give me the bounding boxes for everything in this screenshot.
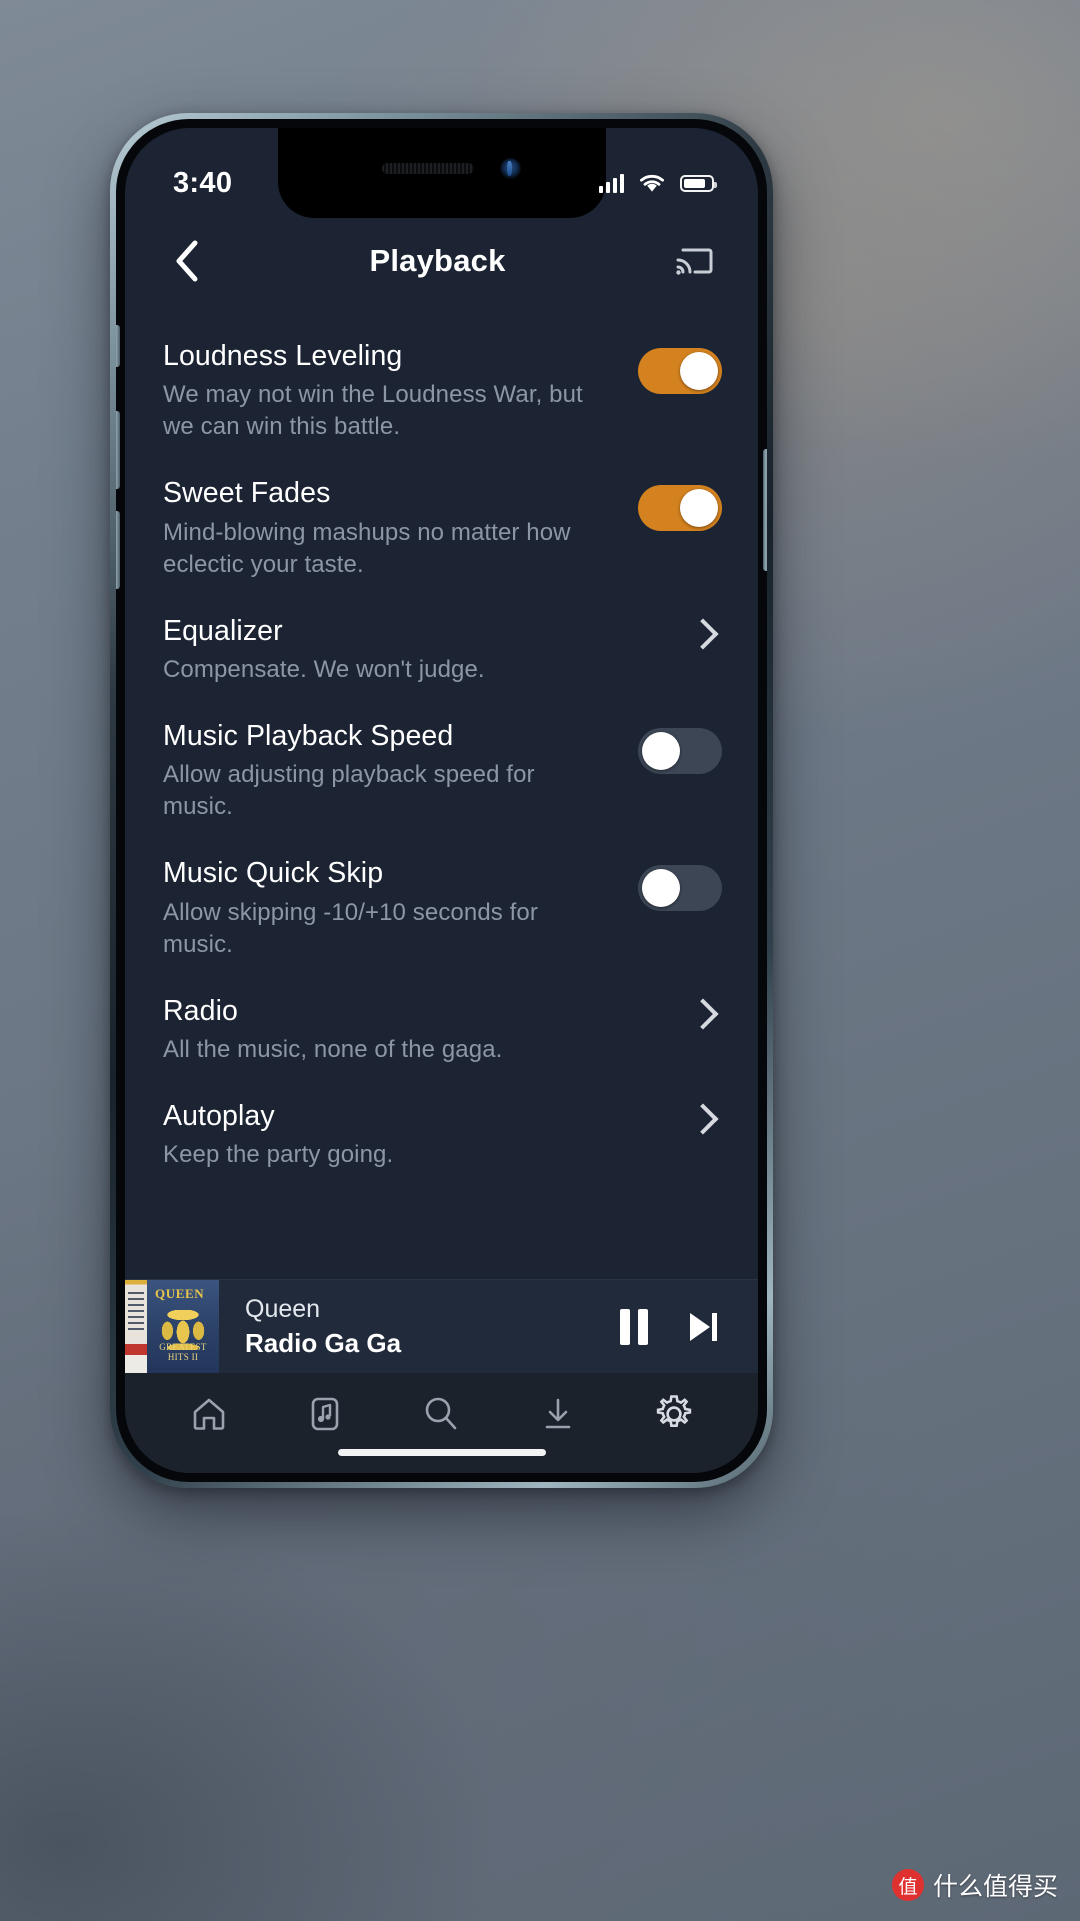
now-playing-bar[interactable]: QUEEN GREATEST HITS II Queen Radio Ga Ga [125, 1279, 758, 1374]
setting-texts: Equalizer Compensate. We won't judge. [163, 613, 626, 686]
watermark-badge: 值 [891, 1869, 924, 1901]
now-playing-texts: Queen Radio Ga Ga [219, 1294, 620, 1360]
pause-icon [620, 1308, 648, 1345]
toggle-sweet-fades[interactable] [638, 485, 722, 532]
chevron-right-icon[interactable] [687, 1103, 719, 1135]
toggle-music-playback-speed[interactable] [638, 727, 722, 774]
phone-device: 3:40 Playback Loudness Leveling We may n… [110, 113, 773, 1488]
setting-row-music-playback-speed[interactable]: Music Playback Speed Allow adjusting pla… [125, 702, 758, 839]
skip-next-icon [690, 1312, 717, 1341]
toggle-knob [642, 869, 680, 908]
setting-description: All the music, none of the gaga. [163, 1035, 503, 1063]
setting-title: Music Quick Skip [163, 857, 384, 890]
setting-control [626, 613, 722, 650]
setting-texts: Autoplay Keep the party going. [163, 1098, 626, 1171]
power-button[interactable] [763, 449, 767, 571]
setting-texts: Radio All the music, none of the gaga. [163, 993, 626, 1066]
setting-description: We may not win the Loudness War, but we … [163, 381, 583, 441]
chromecast-icon [676, 248, 713, 275]
obi-text-lines [128, 1291, 144, 1334]
bottom-nav [125, 1373, 758, 1473]
nav-item-search[interactable] [404, 1383, 478, 1445]
setting-description: Compensate. We won't judge. [163, 656, 485, 684]
setting-title: Autoplay [163, 1099, 275, 1132]
setting-control [626, 1098, 722, 1135]
album-art[interactable]: QUEEN GREATEST HITS II [125, 1279, 219, 1374]
silent-switch[interactable] [116, 325, 120, 367]
setting-description: Allow skipping -10/+10 seconds for music… [163, 898, 538, 958]
volume-up-button[interactable] [116, 411, 120, 489]
album-obi-strip [125, 1279, 147, 1374]
volume-down-button[interactable] [116, 511, 120, 589]
toggle-knob [642, 731, 680, 770]
setting-title: Loudness Leveling [163, 340, 403, 372]
nav-item-home[interactable] [172, 1383, 246, 1445]
search-icon [426, 1397, 457, 1430]
settings-list: Loudness Leveling We may not win the Lou… [125, 304, 758, 1289]
cast-button[interactable] [668, 233, 724, 289]
download-icon [545, 1398, 570, 1429]
next-button[interactable] [684, 1308, 722, 1346]
setting-control [626, 993, 722, 1030]
nav-item-downloads[interactable] [521, 1383, 595, 1445]
setting-control [626, 475, 722, 532]
setting-title: Music Playback Speed [163, 719, 454, 752]
status-time: 3:40 [173, 166, 233, 199]
gear-icon [656, 1395, 692, 1427]
watermark-text: 什么值得买 [932, 1872, 1058, 1901]
nav-item-settings[interactable] [637, 1383, 711, 1445]
now-playing-controls [620, 1308, 758, 1346]
album-art-label: QUEEN [155, 1285, 205, 1301]
phone-bezel: 3:40 Playback Loudness Leveling We may n… [116, 119, 767, 1482]
home-icon [193, 1398, 225, 1430]
setting-row-radio[interactable]: Radio All the music, none of the gaga. [125, 977, 758, 1082]
status-bar: 3:40 [125, 128, 758, 218]
setting-control [626, 338, 722, 394]
toggle-loudness-leveling[interactable] [638, 348, 722, 394]
setting-title: Sweet Fades [163, 477, 331, 510]
page-title: Playback [369, 243, 506, 278]
chevron-right-icon[interactable] [687, 618, 719, 650]
now-playing-track: Radio Ga Ga [245, 1327, 402, 1358]
library-music-icon [311, 1397, 339, 1431]
app-header: Playback [125, 218, 758, 304]
toggle-knob [680, 489, 718, 528]
setting-control [626, 855, 722, 912]
back-chevron-icon [176, 240, 198, 282]
setting-description: Keep the party going. [163, 1141, 394, 1169]
battery-icon [680, 174, 717, 192]
setting-texts: Music Quick Skip Allow skipping -10/+10 … [163, 855, 626, 960]
home-indicator [337, 1449, 546, 1456]
setting-row-loudness-leveling[interactable]: Loudness Leveling We may not win the Lou… [125, 322, 758, 459]
setting-row-music-quick-skip[interactable]: Music Quick Skip Allow skipping -10/+10 … [125, 839, 758, 976]
toggle-knob [680, 352, 718, 390]
setting-row-autoplay[interactable]: Autoplay Keep the party going. [125, 1082, 758, 1187]
queen-crest: QUEEN GREATEST HITS II [151, 1286, 215, 1362]
setting-title: Radio [163, 994, 238, 1027]
setting-texts: Sweet Fades Mind-blowing mashups no matt… [163, 475, 626, 580]
setting-texts: Music Playback Speed Allow adjusting pla… [163, 718, 626, 823]
setting-description: Mind-blowing mashups no matter how eclec… [163, 518, 571, 578]
album-art-sublabel: GREATEST HITS II [159, 1341, 207, 1362]
setting-control [626, 718, 722, 774]
phone-screen: 3:40 Playback Loudness Leveling We may n… [125, 128, 758, 1473]
setting-title: Equalizer [163, 614, 283, 647]
chevron-right-icon[interactable] [687, 997, 719, 1030]
setting-row-sweet-fades[interactable]: Sweet Fades Mind-blowing mashups no matt… [125, 459, 758, 596]
nav-item-library[interactable] [288, 1383, 362, 1445]
status-icons [599, 172, 717, 194]
wifi-icon [640, 174, 664, 192]
setting-texts: Loudness Leveling We may not win the Lou… [163, 338, 626, 443]
toggle-music-quick-skip[interactable] [638, 865, 722, 912]
setting-description: Allow adjusting playback speed for music… [163, 761, 535, 821]
setting-row-equalizer[interactable]: Equalizer Compensate. We won't judge. [125, 597, 758, 702]
pause-button[interactable] [620, 1308, 648, 1345]
watermark: 值 什么值得买 [891, 1867, 1058, 1903]
cellular-signal-icon [599, 173, 624, 193]
now-playing-artist: Queen [245, 1294, 321, 1323]
